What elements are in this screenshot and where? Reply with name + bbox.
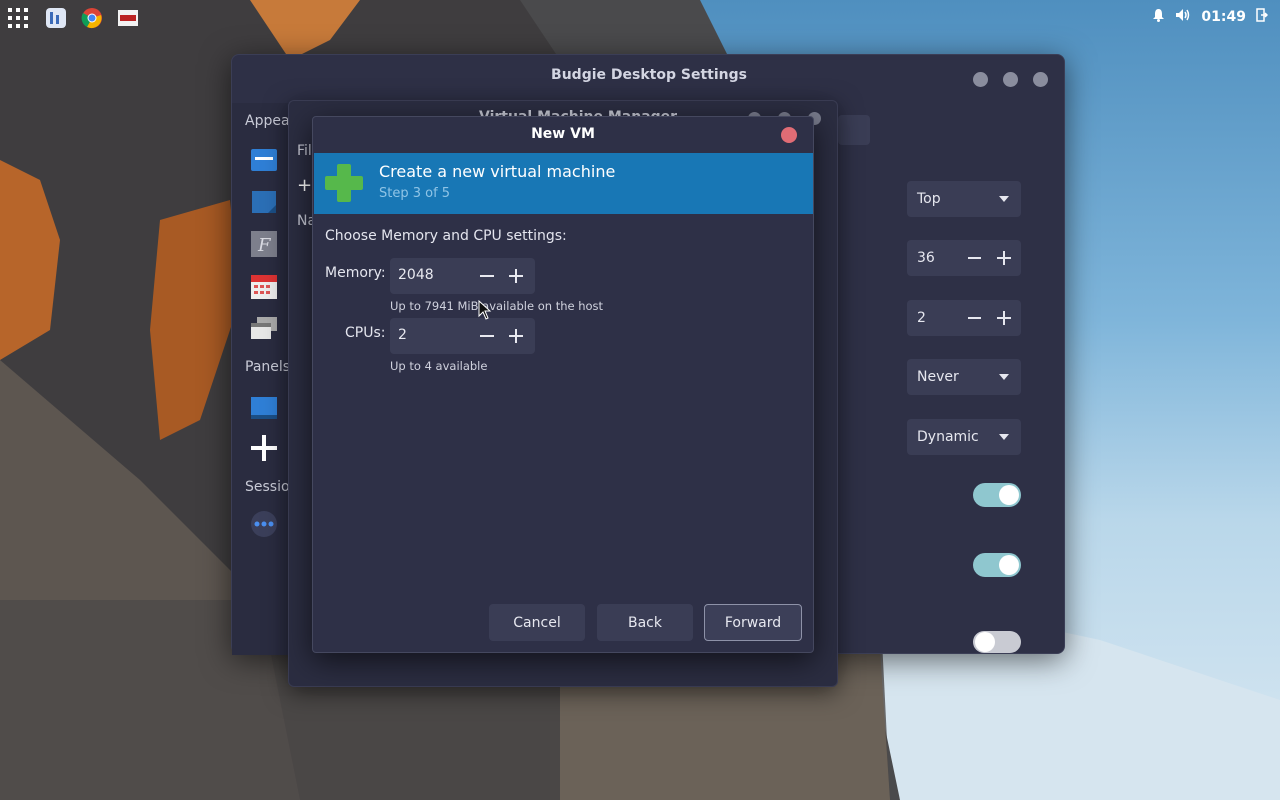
chevron-down-icon [999, 374, 1009, 380]
vmm-new-vm-icon[interactable]: + [297, 175, 312, 196]
cpus-label: CPUs: [345, 325, 386, 341]
chrome-icon[interactable] [81, 7, 103, 29]
settings-sidebar: Appear F Panels Sessio [232, 103, 295, 655]
minimize-button[interactable] [973, 72, 988, 87]
back-button[interactable]: Back [597, 604, 693, 641]
memory-hint: Up to 7941 MiB available on the host [390, 299, 604, 313]
top-panel: 01:49 [0, 0, 1280, 36]
cancel-button[interactable]: Cancel [489, 604, 585, 641]
virt-manager-icon[interactable] [117, 7, 139, 29]
panel-position-dropdown[interactable]: Top [907, 181, 1021, 217]
cpus-hint: Up to 4 available [390, 359, 488, 373]
section-heading: Choose Memory and CPU settings: [325, 228, 567, 244]
stepper-value: 2 [917, 310, 926, 326]
sidebar-section-session: Sessio [245, 479, 290, 495]
fonts-icon[interactable]: F [249, 229, 279, 259]
memory-value[interactable]: 2048 [398, 267, 434, 283]
memory-label: Memory: [325, 265, 386, 281]
memory-decrease-icon[interactable] [480, 275, 494, 277]
volume-icon[interactable] [1175, 8, 1191, 26]
top-right-button[interactable] [838, 115, 870, 145]
close-button[interactable] [1033, 72, 1048, 87]
sidebar-section-panels: Panels [245, 359, 291, 375]
chevron-down-icon [999, 434, 1009, 440]
window-title: Budgie Desktop Settings [551, 67, 747, 83]
cpus-spinbox[interactable]: 2 [390, 318, 535, 354]
new-vm-plus-icon [325, 164, 363, 202]
mouse-cursor-icon [478, 300, 492, 320]
minus-icon[interactable] [968, 317, 981, 319]
notification-bell-icon[interactable] [1152, 8, 1165, 26]
system-tray: 01:49 [1152, 8, 1269, 26]
panel-spacing-stepper[interactable]: 2 [907, 300, 1021, 336]
dropdown-value: Top [917, 191, 941, 207]
panel-size-stepper[interactable]: 36 [907, 240, 1021, 276]
more-options-icon[interactable] [249, 509, 279, 539]
stepper-value: 36 [917, 250, 935, 266]
budgie-settings-launcher-icon[interactable] [45, 7, 67, 29]
autohide-dropdown[interactable]: Never [907, 359, 1021, 395]
toggle-switch-1[interactable] [973, 483, 1021, 507]
dialog-close-button[interactable] [781, 127, 797, 143]
wizard-banner: Create a new virtual machine Step 3 of 5 [314, 153, 813, 214]
svg-text:F: F [257, 235, 272, 256]
calendar-icon[interactable] [249, 271, 279, 301]
windows-icon[interactable] [249, 313, 279, 343]
minus-icon[interactable] [968, 257, 981, 259]
transparency-dropdown[interactable]: Dynamic [907, 419, 1021, 455]
cpus-value[interactable]: 2 [398, 327, 407, 343]
style-icon[interactable] [249, 145, 279, 175]
chevron-down-icon [999, 196, 1009, 202]
maximize-button[interactable] [1003, 72, 1018, 87]
power-icon[interactable] [1256, 8, 1269, 26]
dialog-title: New VM [531, 126, 595, 142]
desktop-icon[interactable] [249, 187, 279, 217]
wizard-step: Step 3 of 5 [379, 186, 451, 201]
dropdown-value: Never [917, 369, 959, 385]
new-vm-dialog: New VM Create a new virtual machine Step… [312, 116, 814, 653]
memory-spinbox[interactable]: 2048 [390, 258, 535, 294]
vmm-filter-label: Fil [297, 143, 312, 159]
panel-icon[interactable] [249, 393, 279, 423]
clock[interactable]: 01:49 [1201, 9, 1246, 25]
toggle-switch-2[interactable] [973, 553, 1021, 577]
cpus-decrease-icon[interactable] [480, 335, 494, 337]
add-panel-icon[interactable] [249, 433, 279, 463]
toggle-switch-3[interactable] [973, 631, 1021, 653]
forward-button[interactable]: Forward [704, 604, 802, 641]
wizard-title: Create a new virtual machine [379, 162, 616, 181]
apps-grid-icon[interactable] [7, 7, 29, 29]
dropdown-value: Dynamic [917, 429, 979, 445]
